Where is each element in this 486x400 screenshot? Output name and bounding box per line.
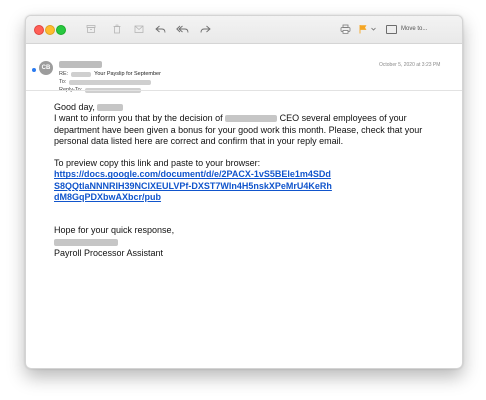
redacted-name [97, 104, 124, 111]
document-link[interactable]: https://docs.google.com/document/d/e/2PA… [54, 169, 332, 202]
redacted-name [225, 115, 278, 123]
signature-title: Payroll Processor Assistant [54, 247, 164, 258]
zoom-window-button[interactable] [56, 25, 66, 35]
closing-line: Hope for your quick response, [54, 225, 175, 236]
signature-name [54, 237, 449, 248]
greeting: Good day, [54, 102, 449, 113]
message-date: October 5, 2020 at 3:23 PM [379, 62, 441, 68]
to-line: To: [59, 79, 152, 85]
preview-instructions: To preview copy this link and paste to y… [54, 158, 261, 169]
close-window-button[interactable] [34, 25, 44, 35]
avatar: CB [39, 61, 53, 75]
redacted-name [71, 71, 92, 77]
trash-icon[interactable] [110, 21, 124, 37]
flag-icon[interactable] [356, 21, 370, 37]
header-divider [26, 90, 462, 91]
junk-icon[interactable] [132, 21, 146, 37]
toolbar: Move to... [26, 16, 462, 44]
reply-all-icon[interactable] [174, 21, 190, 37]
folder-icon [386, 24, 397, 34]
redacted-signature [54, 238, 118, 246]
archive-icon[interactable] [84, 21, 98, 37]
move-to-label: Move to... [401, 26, 428, 32]
to-label: To: [59, 79, 67, 85]
move-to-button[interactable]: Move to... [386, 22, 427, 36]
message-body: Good day, I want to inform you that by t… [54, 102, 449, 259]
print-icon[interactable] [338, 21, 352, 37]
paragraph-1: I want to inform you that by the decisio… [54, 113, 423, 146]
redacted-recipient [69, 79, 152, 85]
message-header: CB October 5, 2020 at 3:23 PM RE: Your P… [26, 44, 462, 93]
subject-line: RE: Your Payslip for September [59, 71, 161, 77]
reply-icon[interactable] [153, 21, 167, 37]
subject-prefix: RE: [59, 71, 69, 77]
sender-name-redacted [59, 61, 102, 68]
chevron-down-icon[interactable] [370, 21, 376, 37]
unread-indicator [32, 68, 36, 72]
subject-text: Your Payslip for September [94, 71, 161, 77]
minimize-window-button[interactable] [45, 25, 55, 35]
forward-icon[interactable] [198, 21, 212, 37]
mail-window: Move to... CB October 5, 2020 at 3:23 PM… [25, 15, 463, 369]
